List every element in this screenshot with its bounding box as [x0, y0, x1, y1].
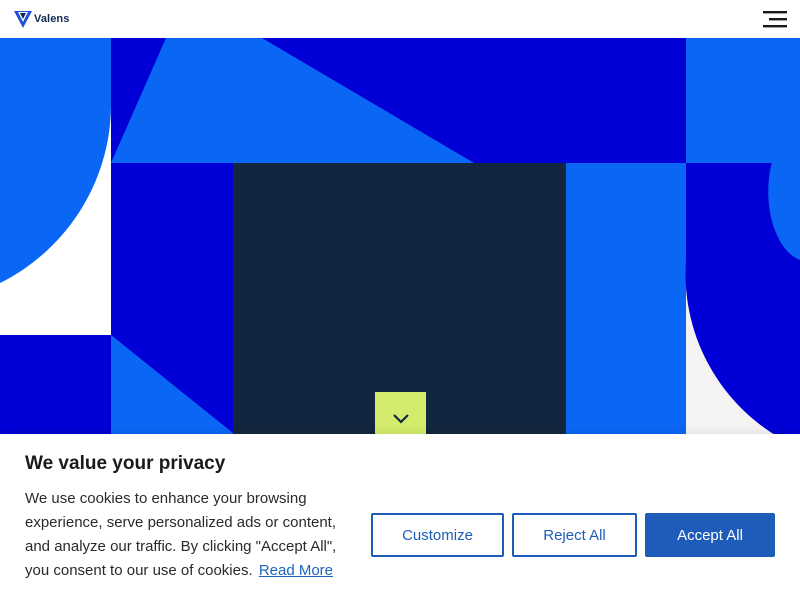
customize-button[interactable]: Customize	[371, 513, 504, 557]
cookie-banner: We value your privacy We use cookies to …	[0, 434, 800, 600]
site-header: Valens	[0, 0, 800, 38]
hero-graphic	[0, 38, 800, 438]
read-more-link[interactable]: Read More	[259, 562, 333, 579]
cookie-title: We value your privacy	[25, 453, 226, 474]
logo-text: Valens	[34, 13, 70, 25]
hero-mosaic	[0, 38, 800, 438]
page: Valens We value your privacy We use cook…	[0, 0, 800, 600]
hamburger-menu-icon	[763, 11, 787, 28]
menu-button[interactable]	[760, 8, 788, 30]
valens-v-logo-icon	[14, 11, 32, 28]
accept-all-button[interactable]: Accept All	[645, 513, 775, 557]
chevron-down-icon	[392, 414, 409, 424]
cookie-description: We use cookies to enhance your browsing …	[25, 487, 360, 583]
reject-all-button[interactable]: Reject All	[512, 513, 637, 557]
logo-link[interactable]: Valens	[13, 9, 69, 29]
